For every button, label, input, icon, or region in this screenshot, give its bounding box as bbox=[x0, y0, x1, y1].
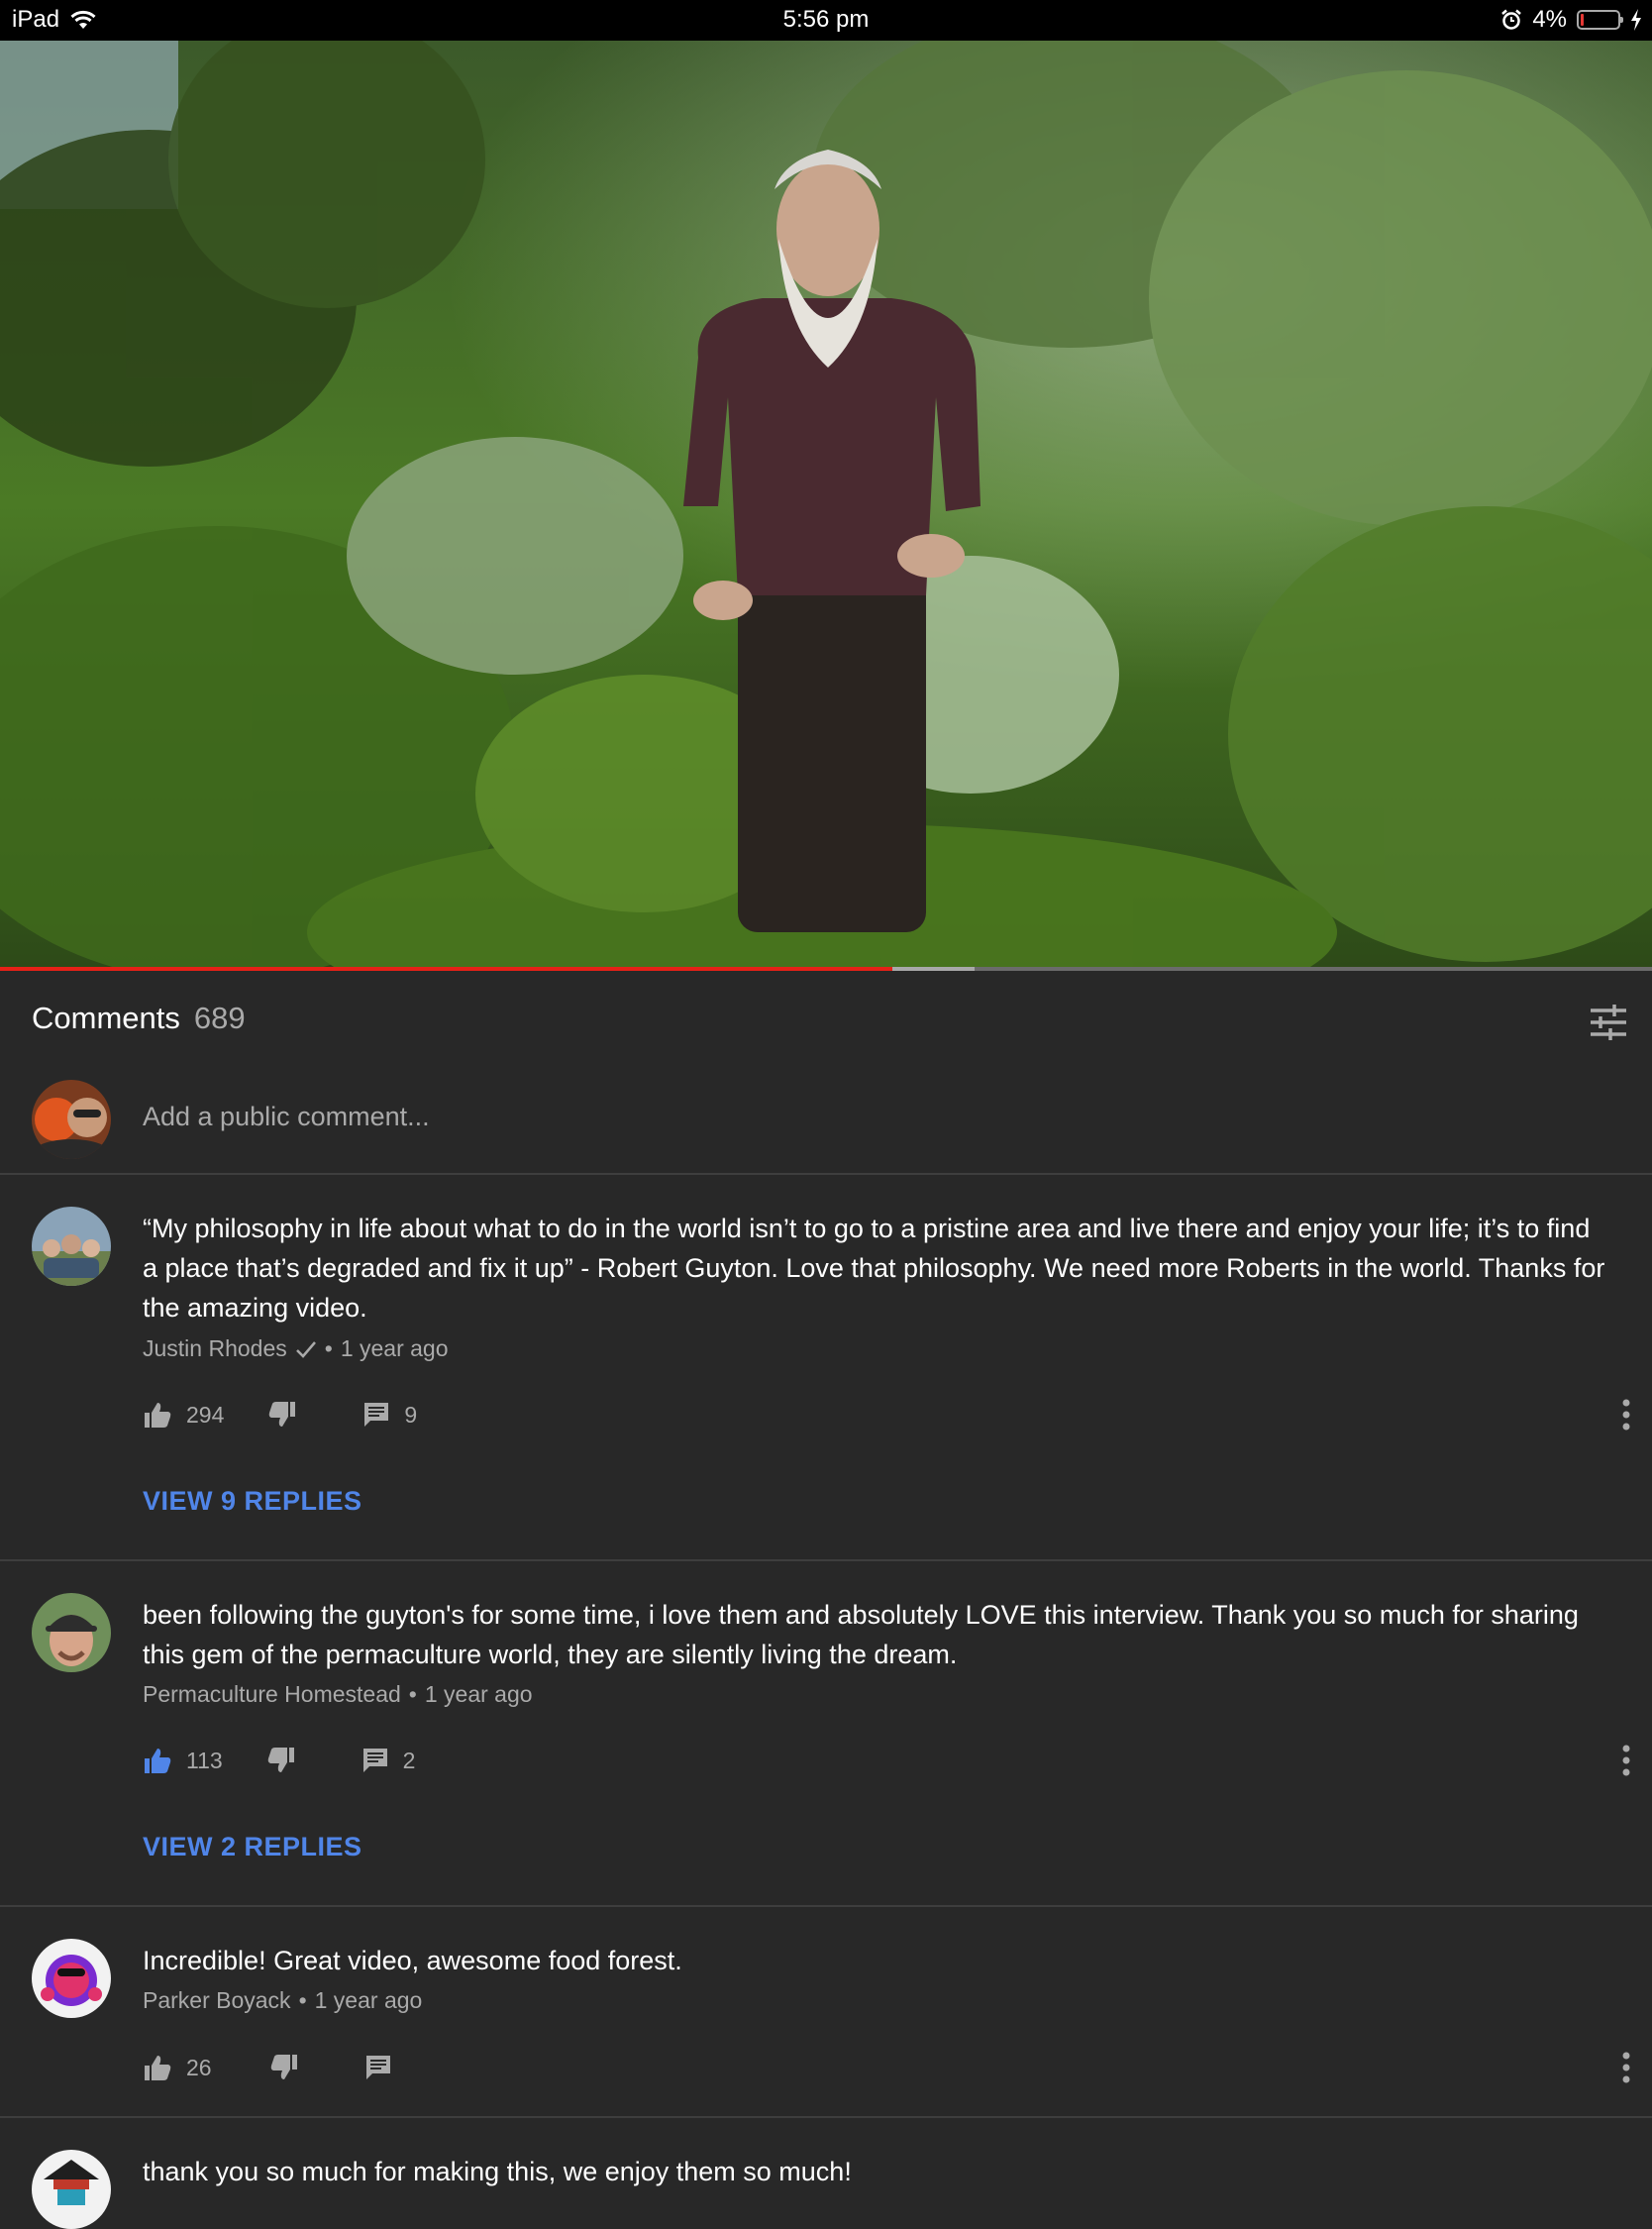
comment-author[interactable]: Parker Boyack bbox=[143, 1987, 291, 2014]
thumbs-down-icon bbox=[267, 1748, 294, 1772]
progress-played bbox=[0, 967, 892, 971]
more-options-icon[interactable] bbox=[1620, 1743, 1632, 1778]
video-player[interactable] bbox=[0, 41, 1652, 968]
comment-text: thank you so much for making this, we en… bbox=[143, 2157, 852, 2186]
thumbs-down-icon bbox=[269, 1402, 296, 1427]
video-progress-bar[interactable] bbox=[0, 967, 1652, 971]
video-frame bbox=[0, 41, 1652, 968]
comment-meta: Justin Rhodes • 1 year ago bbox=[143, 1335, 449, 1362]
comment-actions: 294 9 bbox=[143, 1395, 417, 1434]
more-options-icon[interactable] bbox=[1620, 2050, 1632, 2085]
status-bar: iPad 5:56 pm 4% bbox=[0, 0, 1652, 41]
commenter-avatar[interactable] bbox=[32, 2150, 111, 2229]
thumbs-up-icon bbox=[145, 2056, 171, 2080]
like-count: 294 bbox=[186, 1401, 225, 1428]
reply-count: 9 bbox=[404, 1401, 418, 1428]
reply-icon bbox=[365, 2056, 390, 2079]
reply-icon bbox=[362, 1749, 387, 1772]
reply-count: 2 bbox=[402, 1747, 416, 1773]
comment-meta: Permaculture Homestead • 1 year ago bbox=[143, 1681, 533, 1708]
dislike-button[interactable] bbox=[266, 1746, 296, 1775]
comment-actions: 113 2 bbox=[143, 1741, 415, 1780]
battery-icon bbox=[1577, 10, 1623, 30]
user-avatar bbox=[32, 1080, 111, 1159]
comment-time: 1 year ago bbox=[314, 1987, 423, 2013]
view-replies-link[interactable]: VIEW 9 REPLIES bbox=[143, 1486, 362, 1517]
reply-button[interactable] bbox=[364, 2054, 392, 2081]
meta-separator: • bbox=[324, 1335, 333, 1361]
like-button[interactable]: 294 bbox=[143, 1400, 224, 1430]
like-count: 113 bbox=[186, 1747, 223, 1773]
like-count: 26 bbox=[186, 2054, 212, 2080]
comment-author[interactable]: Justin Rhodes bbox=[143, 1335, 287, 1362]
like-button[interactable]: 113 bbox=[143, 1746, 223, 1775]
commenter-avatar[interactable] bbox=[32, 1939, 111, 2018]
reply-button[interactable]: 2 bbox=[361, 1747, 416, 1774]
comment-text: Incredible! Great video, awesome food fo… bbox=[143, 1946, 682, 1975]
thumbs-up-icon bbox=[145, 1749, 171, 1773]
dislike-button[interactable] bbox=[267, 1400, 297, 1430]
more-options-icon[interactable] bbox=[1620, 1397, 1632, 1433]
status-time: 5:56 pm bbox=[782, 6, 870, 33]
sort-filter-icon[interactable] bbox=[1589, 1003, 1628, 1042]
meta-separator: • bbox=[298, 1987, 307, 2013]
comment-text: been following the guyton's for some tim… bbox=[143, 1600, 1579, 1669]
alarm-icon bbox=[1501, 9, 1522, 30]
comment-author[interactable]: Permaculture Homestead bbox=[143, 1681, 401, 1708]
divider bbox=[0, 1905, 1652, 1907]
like-button[interactable]: 26 bbox=[143, 2053, 212, 2082]
thumbs-down-icon bbox=[270, 2055, 297, 2079]
charging-bolt-icon bbox=[1631, 9, 1641, 31]
comment-actions: 26 bbox=[143, 2048, 392, 2087]
divider bbox=[0, 1173, 1652, 1175]
meta-separator: • bbox=[408, 1681, 417, 1707]
commenter-avatar[interactable] bbox=[32, 1593, 111, 1672]
comments-header: Comments 689 bbox=[32, 1001, 246, 1036]
comment-text: “My philosophy in life about what to do … bbox=[143, 1214, 1605, 1323]
add-comment-input[interactable]: Add a public comment... bbox=[143, 1102, 430, 1132]
comments-count: 689 bbox=[193, 1001, 246, 1035]
divider bbox=[0, 2116, 1652, 2118]
reply-button[interactable]: 9 bbox=[362, 1401, 417, 1429]
verified-check-icon bbox=[295, 1340, 316, 1358]
reply-icon bbox=[364, 1403, 389, 1427]
progress-buffered bbox=[891, 967, 976, 971]
divider bbox=[0, 1559, 1652, 1561]
comment-time: 1 year ago bbox=[340, 1335, 449, 1361]
view-replies-link[interactable]: VIEW 2 REPLIES bbox=[143, 1832, 362, 1862]
comments-title: Comments bbox=[32, 1001, 180, 1035]
comment-meta: Parker Boyack • 1 year ago bbox=[143, 1987, 422, 2014]
dislike-button[interactable] bbox=[269, 2053, 299, 2082]
battery-percent: 4% bbox=[1532, 6, 1567, 33]
thumbs-up-icon bbox=[145, 1403, 171, 1428]
comment-time: 1 year ago bbox=[424, 1681, 533, 1707]
commenter-avatar[interactable] bbox=[32, 1207, 111, 1286]
